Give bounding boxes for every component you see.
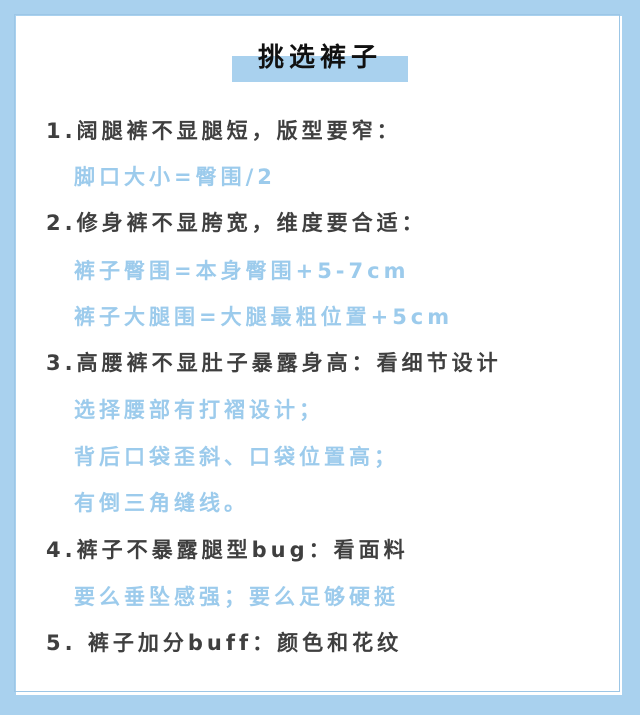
tip-3-detail-1: 选择腰部有打褶设计；: [74, 398, 324, 422]
tip-1-detail: 脚口大小=臀围/2: [74, 165, 276, 189]
tip-3-heading: 3.高腰裤不显肚子暴露身高：看细节设计: [46, 351, 502, 375]
tip-4-detail: 要么垂坠感强；要么足够硬挺: [74, 585, 399, 609]
tip-5-heading: 5. 裤子加分buff：颜色和花纹: [46, 631, 403, 655]
title-highlight: 挑选裤子: [231, 38, 408, 82]
tip-2-detail-1: 裤子臀围=本身臀围+5-7cm: [74, 259, 410, 283]
tip-4-heading: 4.裤子不暴露腿型bug：看面料: [46, 538, 409, 562]
tip-2-heading: 2.修身裤不显胯宽，维度要合适：: [46, 211, 427, 235]
page-title: 挑选裤子: [257, 43, 382, 73]
tip-3-detail-2: 背后口袋歪斜、口袋位置高；: [74, 445, 399, 469]
title-area: 挑选裤子: [0, 38, 640, 82]
tip-1-heading: 1.阔腿裤不显腿短，版型要窄：: [46, 119, 402, 143]
tip-3-detail-3: 有倒三角缝线。: [74, 491, 249, 515]
tip-2-detail-2: 裤子大腿围=大腿最粗位置+5cm: [74, 305, 454, 329]
